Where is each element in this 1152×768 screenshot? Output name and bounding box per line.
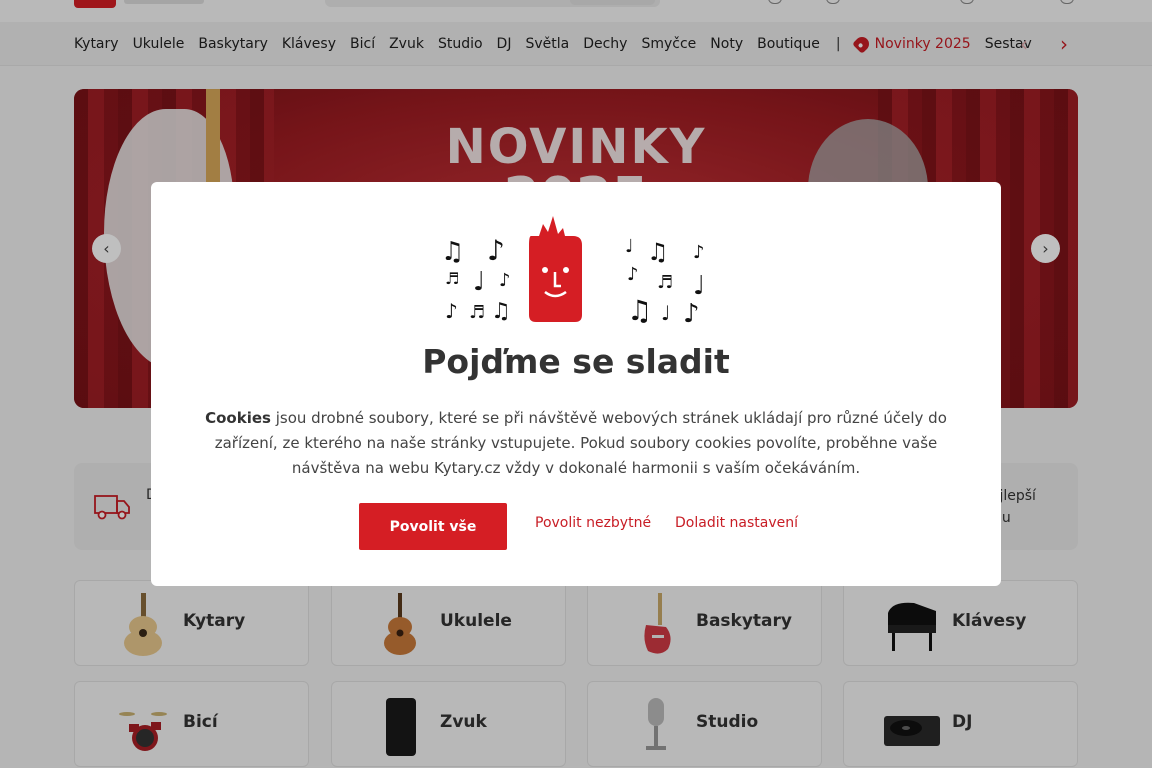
modal-description-bold: Cookies	[205, 409, 271, 427]
svg-text:♩: ♩	[625, 236, 634, 257]
svg-text:♫: ♫	[491, 299, 511, 324]
svg-text:♫: ♫	[647, 238, 669, 266]
svg-text:♬: ♬	[445, 269, 459, 288]
accept-all-button[interactable]: Povolit vše	[359, 503, 507, 550]
modal-title: Pojďme se sladit	[422, 342, 730, 381]
svg-text:♪: ♪	[487, 234, 505, 267]
customize-settings-button[interactable]: Doladit nastavení	[675, 515, 798, 531]
svg-text:♩: ♩	[661, 301, 670, 325]
modal-description: Cookies jsou drobné soubory, které se př…	[191, 406, 961, 481]
svg-text:♪: ♪	[499, 270, 511, 291]
music-notes-mascot-icon: ♫ ♪ ♬ ♩ ♪ ♪ ♬ ♫ ♩ ♫ ♪ ♪ ♬ ♩ ♫ ♩ ♪	[441, 216, 705, 326]
cookie-consent-dialog: ♫ ♪ ♬ ♩ ♪ ♪ ♬ ♫ ♩ ♫ ♪ ♪ ♬ ♩ ♫ ♩ ♪ Pojďme…	[151, 182, 1001, 586]
svg-text:♩: ♩	[693, 271, 705, 301]
svg-text:♪: ♪	[693, 242, 705, 263]
svg-text:♬: ♬	[657, 272, 673, 293]
svg-text:♫: ♫	[627, 294, 652, 326]
svg-text:♬: ♬	[469, 302, 485, 323]
svg-text:♪: ♪	[627, 264, 639, 285]
svg-text:♪: ♪	[683, 299, 700, 326]
svg-text:♫: ♫	[441, 237, 464, 267]
svg-text:♪: ♪	[445, 299, 458, 323]
svg-text:♩: ♩	[473, 267, 485, 297]
modal-description-text: jsou drobné soubory, které se při návště…	[214, 409, 947, 477]
accept-necessary-button[interactable]: Povolit nezbytné	[535, 515, 651, 531]
